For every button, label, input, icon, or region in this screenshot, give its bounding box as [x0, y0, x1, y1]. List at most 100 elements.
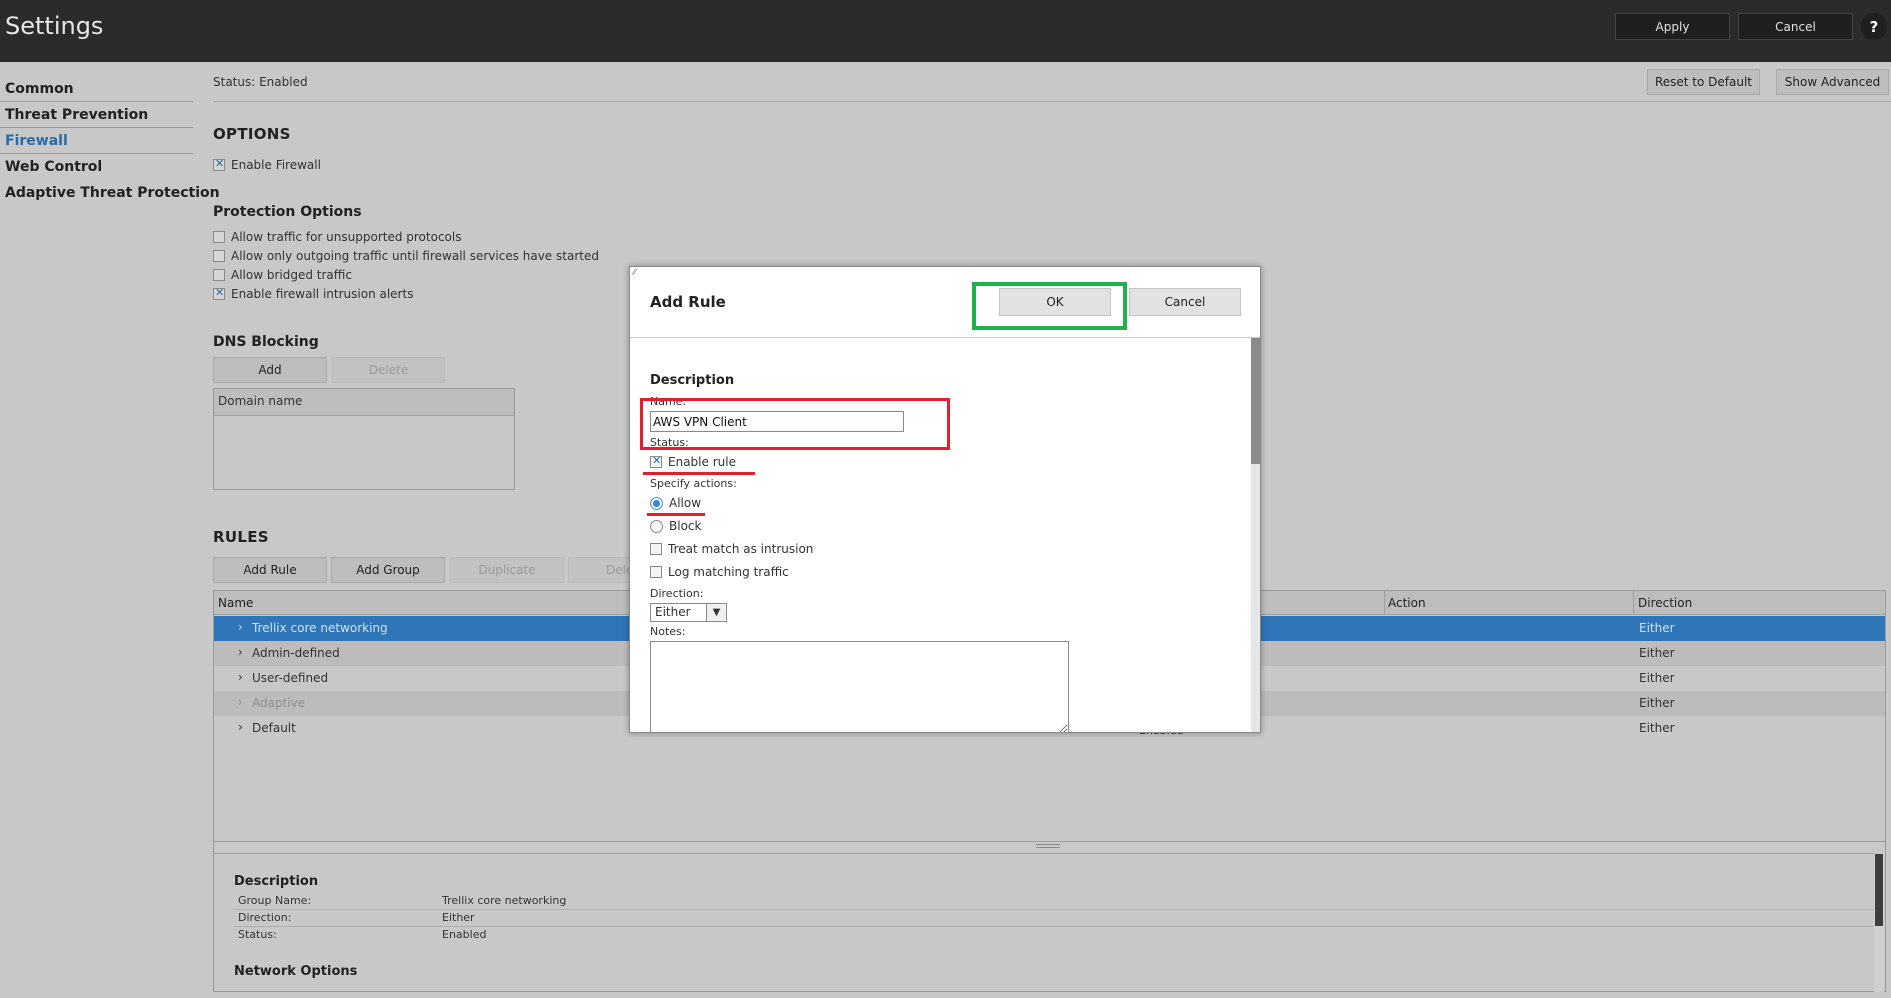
- status-label: Status:: [238, 928, 277, 941]
- rule-direction: Either: [1639, 646, 1675, 660]
- duplicate-button[interactable]: Duplicate: [450, 557, 564, 583]
- specify-actions-label: Specify actions:: [650, 477, 737, 490]
- radio-selected-icon[interactable]: [650, 496, 663, 510]
- apply-button[interactable]: Apply: [1615, 13, 1730, 40]
- reset-to-default-button[interactable]: Reset to Default: [1647, 69, 1760, 95]
- dialog-scrollbar[interactable]: [1251, 338, 1260, 732]
- options-heading: OPTIONS: [213, 125, 291, 143]
- add-rule-button[interactable]: Add Rule: [213, 557, 327, 583]
- pane-splitter[interactable]: [214, 841, 1885, 842]
- block-label: Block: [669, 519, 702, 533]
- name-highlight-annotation: [640, 398, 950, 450]
- rule-direction: Either: [1639, 621, 1675, 635]
- domain-name-column-header: Domain name: [214, 389, 514, 416]
- scrollbar-thumb[interactable]: [1251, 338, 1260, 464]
- dialog-cancel-button[interactable]: Cancel: [1129, 288, 1241, 316]
- direction-select[interactable]: Either ▼: [650, 603, 727, 622]
- protection-option[interactable]: Enable firewall intrusion alerts: [213, 286, 413, 301]
- allow-underline-annotation: [647, 513, 705, 516]
- dns-blocking-heading: DNS Blocking: [213, 334, 319, 350]
- enable-rule-option[interactable]: Enable rule: [650, 454, 736, 469]
- radio-icon[interactable]: [650, 519, 663, 533]
- nav-divider: [0, 101, 193, 102]
- status-text: Status: Enabled: [213, 75, 308, 89]
- scrollbar-thumb[interactable]: [1875, 854, 1883, 926]
- description-heading: Description: [234, 874, 319, 889]
- checkbox-checked-icon[interactable]: [213, 286, 225, 300]
- rule-name: Admin-defined: [252, 646, 340, 660]
- notes-label: Notes:: [650, 625, 686, 638]
- add-rule-dialog: ⁄⁄ Add Rule OK Cancel Description Name: …: [629, 266, 1261, 733]
- column-divider: [1384, 591, 1385, 615]
- header-cancel-button[interactable]: Cancel: [1738, 13, 1853, 40]
- description-scrollbar[interactable]: [1874, 854, 1884, 992]
- checkbox-checked-icon[interactable]: [650, 454, 662, 468]
- checkbox-icon[interactable]: [213, 269, 225, 281]
- sidebar-item-firewall[interactable]: Firewall: [5, 133, 68, 149]
- chevron-right-icon[interactable]: ›: [238, 620, 243, 634]
- group-name-value: Trellix core networking: [442, 894, 567, 907]
- column-header-direction[interactable]: Direction: [1638, 596, 1692, 610]
- checkbox-icon[interactable]: [213, 250, 225, 262]
- splitter-grip-icon[interactable]: [1036, 844, 1060, 848]
- add-group-button[interactable]: Add Group: [331, 557, 445, 583]
- option-label: Allow traffic for unsupported protocols: [231, 230, 462, 244]
- page-title: Settings: [5, 12, 104, 40]
- direction-label: Direction:: [238, 911, 292, 924]
- group-name-label: Group Name:: [238, 894, 312, 907]
- allow-label: Allow: [669, 496, 702, 510]
- network-options-heading: Network Options: [234, 964, 358, 979]
- direction-value: Either: [655, 605, 691, 619]
- show-advanced-button[interactable]: Show Advanced: [1776, 69, 1889, 95]
- treat-intrusion-option[interactable]: Treat match as intrusion: [650, 542, 813, 556]
- sidebar-item-web-control[interactable]: Web Control: [5, 159, 102, 175]
- rule-direction: Either: [1639, 721, 1675, 735]
- rule-name: User-defined: [252, 671, 329, 685]
- checkbox-icon[interactable]: [650, 566, 662, 578]
- checkbox-checked-icon[interactable]: [213, 157, 225, 171]
- log-traffic-option[interactable]: Log matching traffic: [650, 565, 789, 579]
- dialog-header-divider: [630, 337, 1260, 338]
- enable-firewall-option[interactable]: Enable Firewall: [213, 157, 321, 172]
- checkbox-icon[interactable]: [213, 231, 225, 243]
- sidebar-item-threat-prevention[interactable]: Threat Prevention: [5, 107, 148, 123]
- protection-options-heading: Protection Options: [213, 204, 362, 220]
- checkbox-icon[interactable]: [650, 543, 662, 555]
- enable-rule-label: Enable rule: [668, 455, 736, 469]
- protection-option[interactable]: Allow bridged traffic: [213, 268, 352, 282]
- help-icon[interactable]: ?: [1861, 13, 1887, 40]
- enable-rule-underline-annotation: [643, 472, 755, 475]
- column-header-action[interactable]: Action: [1388, 596, 1426, 610]
- sidebar-item-common[interactable]: Common: [5, 81, 74, 97]
- rule-name: Default: [252, 721, 296, 735]
- rule-direction: Either: [1639, 671, 1675, 685]
- protection-option[interactable]: Allow only outgoing traffic until firewa…: [213, 249, 599, 263]
- column-divider: [1633, 591, 1634, 615]
- protection-option[interactable]: Allow traffic for unsupported protocols: [213, 230, 461, 244]
- direction-value: Either: [442, 911, 475, 924]
- sidebar-item-adaptive-threat-protection[interactable]: Adaptive Threat Protection: [5, 185, 220, 201]
- block-option[interactable]: Block: [650, 519, 701, 533]
- header-divider: [213, 101, 1891, 102]
- column-header-name[interactable]: Name: [218, 596, 253, 610]
- chevron-right-icon[interactable]: ›: [238, 695, 243, 709]
- divider: [234, 909, 1874, 910]
- rule-name: Adaptive: [252, 696, 306, 710]
- enable-firewall-label: Enable Firewall: [231, 158, 321, 172]
- dns-delete-button[interactable]: Delete: [332, 357, 445, 383]
- notes-textarea[interactable]: [650, 641, 1069, 732]
- chevron-right-icon[interactable]: ›: [238, 670, 243, 684]
- chevron-right-icon[interactable]: ›: [238, 720, 243, 734]
- allow-option[interactable]: Allow: [650, 496, 701, 510]
- dns-domain-list[interactable]: Domain name: [213, 388, 515, 490]
- rules-heading: RULES: [213, 528, 269, 546]
- chevron-right-icon[interactable]: ›: [238, 645, 243, 659]
- resize-grip-icon[interactable]: ⁄⁄: [633, 268, 636, 278]
- description-pane: Description Group Name: Trellix core net…: [214, 853, 1884, 992]
- log-traffic-label: Log matching traffic: [668, 565, 789, 579]
- rule-name: Trellix core networking: [252, 621, 388, 635]
- description-section-heading: Description: [650, 373, 735, 388]
- dns-add-button[interactable]: Add: [213, 357, 327, 383]
- chevron-down-icon[interactable]: ▼: [706, 604, 726, 621]
- treat-intrusion-label: Treat match as intrusion: [668, 542, 814, 556]
